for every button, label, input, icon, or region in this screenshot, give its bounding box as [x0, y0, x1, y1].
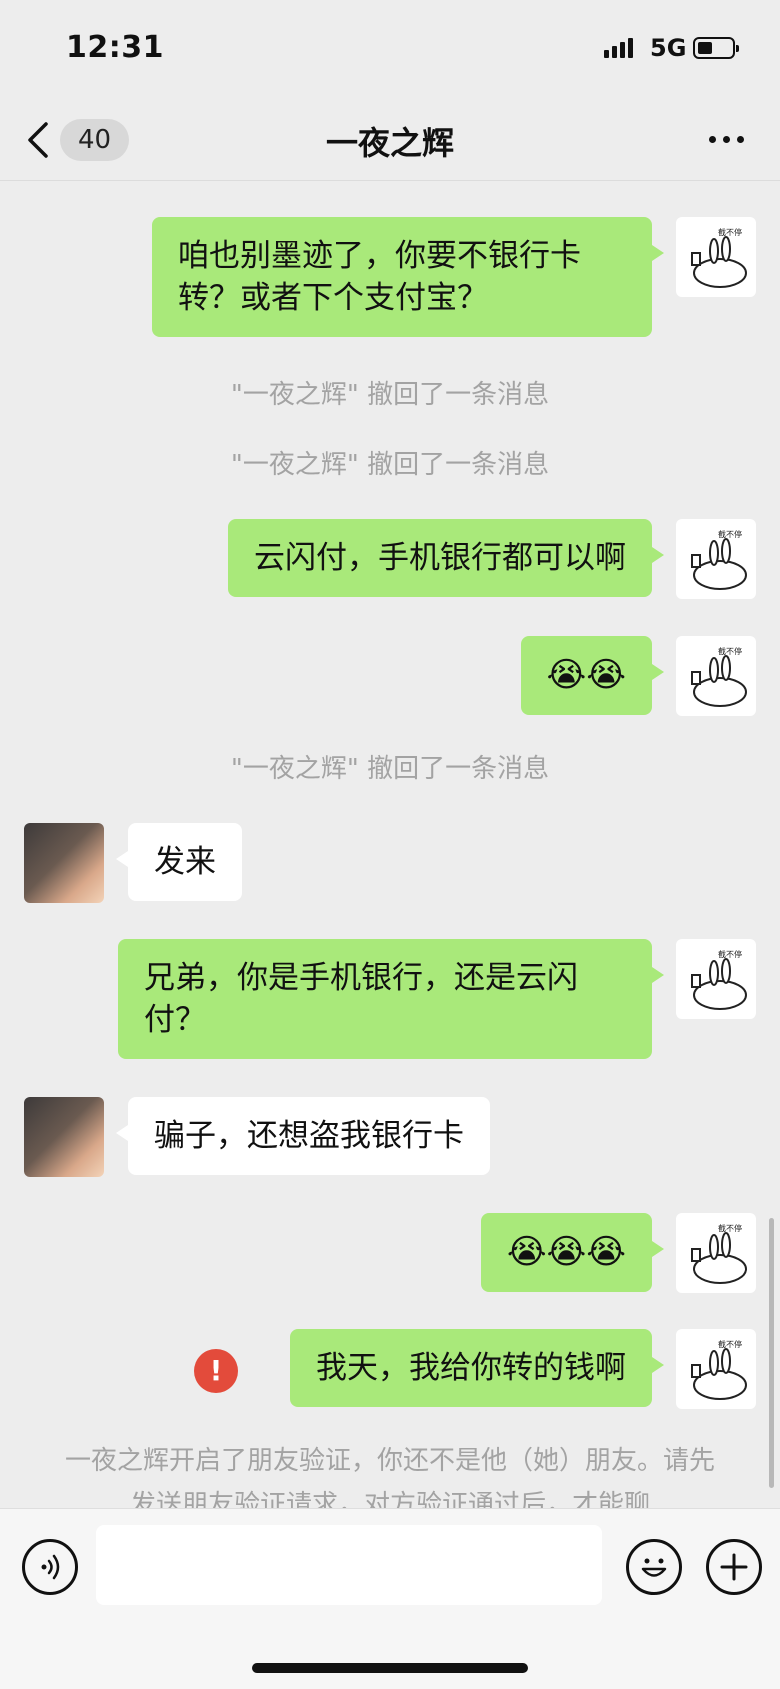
my-avatar[interactable]: 截不停: [676, 1213, 756, 1293]
plus-icon[interactable]: [706, 1539, 762, 1595]
message-received: 发来: [24, 823, 242, 903]
my-avatar[interactable]: 截不停: [676, 1329, 756, 1409]
message-sent: 兄弟，你是手机银行，还是云闪付？ 截不停: [118, 939, 756, 1059]
network-type: 5G: [650, 34, 687, 62]
message-sent: 云闪付，手机银行都可以啊 截不停: [228, 519, 756, 599]
message-bubble[interactable]: 发来: [116, 823, 242, 901]
system-recall-notice: "一夜之辉" 撤回了一条消息: [230, 754, 550, 784]
contact-avatar[interactable]: [24, 1097, 104, 1177]
voice-icon[interactable]: [22, 1539, 78, 1595]
system-recall-notice: "一夜之辉" 撤回了一条消息: [230, 380, 550, 410]
status-time: 12:31: [66, 30, 164, 65]
svg-text:截不停: 截不停: [718, 1223, 742, 1233]
chat-title: 一夜之辉: [325, 124, 454, 162]
status-bar: 12:31 5G: [0, 0, 780, 100]
my-avatar[interactable]: 截不停: [676, 636, 756, 716]
bunny-sticker-avatar-icon: 截不停: [691, 949, 747, 1010]
crying-laughing-emoji: 😭😭😭: [506, 1232, 626, 1272]
my-avatar[interactable]: 截不停: [676, 217, 756, 297]
message-bubble[interactable]: 云闪付，手机银行都可以啊: [228, 519, 664, 597]
message-input[interactable]: [96, 1525, 602, 1605]
friend-verification-notice: 一夜之辉开启了朋友验证，你还不是他（她）朋友。请先发送朋友验证请求，对方验证通过…: [64, 1446, 715, 1508]
scrollbar[interactable]: [769, 1218, 774, 1488]
bunny-sticker-avatar-icon: 截不停: [691, 1339, 747, 1400]
crying-laughing-emoji: 😭😭: [546, 655, 626, 695]
chat-area[interactable]: 咱也别墨迹了，你要不银行卡转？或者下个支付宝？ 截不停 "一夜之辉" 撤回了一条…: [0, 181, 780, 1508]
input-bar: [0, 1508, 780, 1689]
svg-text:截不停: 截不停: [718, 646, 742, 656]
svg-text:截不停: 截不停: [718, 949, 742, 959]
svg-text:截不停: 截不停: [718, 529, 742, 539]
emoji-icon[interactable]: [626, 1539, 682, 1595]
message-sent: 😭😭😭 截不停: [480, 1213, 756, 1293]
message-bubble[interactable]: 兄弟，你是手机银行，还是云闪付？: [118, 939, 664, 1059]
bunny-sticker-avatar-icon: 截不停: [691, 227, 747, 288]
svg-text:截不停: 截不停: [718, 227, 742, 237]
more-icon[interactable]: [709, 136, 744, 143]
system-recall-notice: "一夜之辉" 撤回了一条消息: [230, 450, 550, 480]
svg-text:截不停: 截不停: [718, 1339, 742, 1349]
message-sent: 我天，我给你转的钱啊 截不停: [290, 1329, 756, 1409]
contact-avatar[interactable]: [24, 823, 104, 903]
message-bubble[interactable]: 我天，我给你转的钱啊: [290, 1329, 664, 1407]
bunny-sticker-avatar-icon: 截不停: [691, 1223, 747, 1284]
message-bubble[interactable]: 😭😭: [520, 636, 665, 715]
error-icon[interactable]: !: [194, 1349, 238, 1393]
my-avatar[interactable]: 截不停: [676, 519, 756, 599]
message-bubble[interactable]: 😭😭😭: [480, 1213, 665, 1292]
bunny-sticker-avatar-icon: 截不停: [691, 646, 747, 707]
smile-face-icon: [641, 1558, 667, 1577]
my-avatar[interactable]: 截不停: [676, 939, 756, 1019]
message-received: 骗子，还想盗我银行卡: [24, 1097, 490, 1177]
message-bubble[interactable]: 咱也别墨迹了，你要不银行卡转？或者下个支付宝？: [152, 217, 664, 337]
message-sent: 😭😭 截不停: [520, 636, 756, 716]
signal-icon: [604, 38, 633, 58]
home-indicator[interactable]: [252, 1663, 528, 1673]
bunny-sticker-avatar-icon: 截不停: [691, 529, 747, 590]
message-sent: 咱也别墨迹了，你要不银行卡转？或者下个支付宝？ 截不停: [152, 217, 756, 337]
plus-cross-icon: [720, 1553, 748, 1581]
nav-bar: 40 一夜之辉: [0, 100, 780, 181]
voice-wave-icon: [41, 1554, 60, 1580]
battery-icon: [693, 37, 739, 59]
message-bubble[interactable]: 骗子，还想盗我银行卡: [116, 1097, 490, 1175]
